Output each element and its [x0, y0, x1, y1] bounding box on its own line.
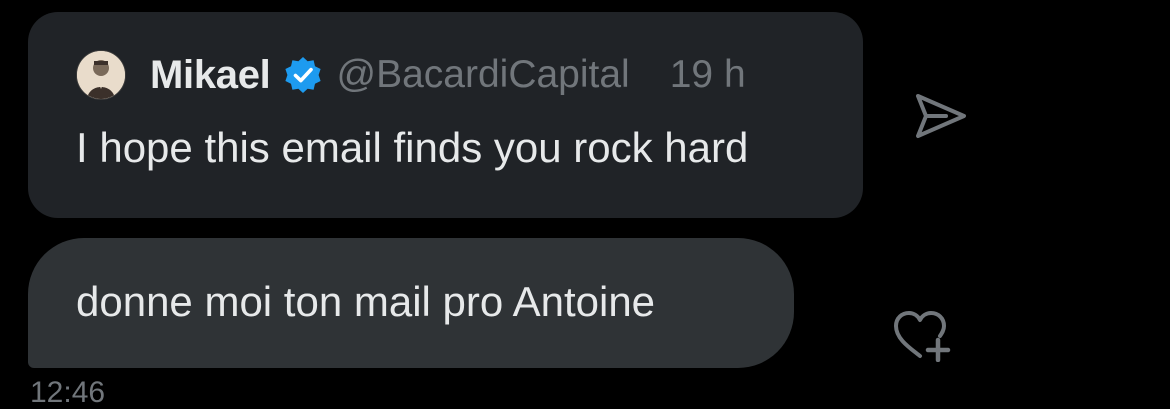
- heart-plus-icon[interactable]: [890, 308, 958, 362]
- author-handle[interactable]: @BacardiCapital: [337, 53, 630, 97]
- avatar[interactable]: [76, 50, 126, 100]
- message-timestamp: 12:46: [30, 376, 106, 409]
- author-name[interactable]: Mikael: [150, 53, 271, 98]
- message-text: donne moi ton mail pro Antoine: [76, 278, 656, 325]
- quoted-post-card[interactable]: Mikael @BacardiCapital 19 h I hope this …: [28, 12, 863, 218]
- quoted-post-text: I hope this email finds you rock hard: [76, 124, 749, 171]
- send-arrow-icon[interactable]: [912, 92, 968, 140]
- verified-badge-icon: [284, 57, 321, 93]
- quoted-post-header: Mikael @BacardiCapital 19 h: [76, 50, 746, 100]
- post-time: 19 h: [669, 53, 746, 96]
- message-bubble[interactable]: donne moi ton mail pro Antoine: [28, 238, 794, 368]
